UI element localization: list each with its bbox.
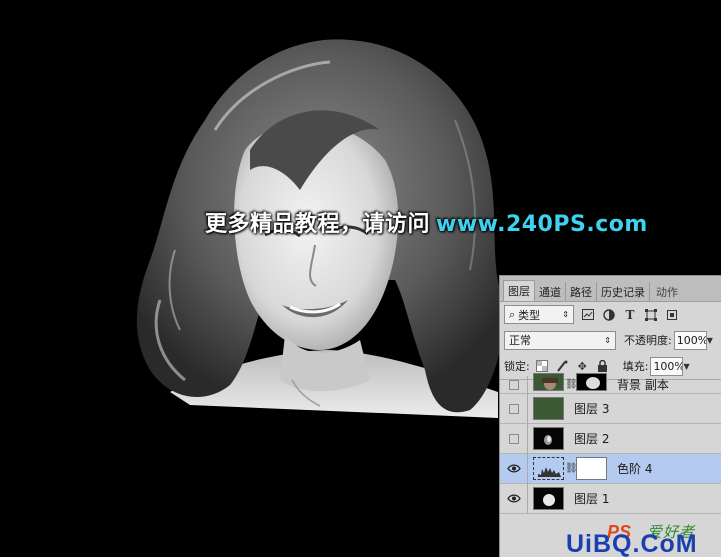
layer-row[interactable]: ⛓ 色阶 4 <box>500 453 721 484</box>
layer-row[interactable]: 图层 3 <box>500 393 721 424</box>
lock-all-icon[interactable] <box>596 360 609 373</box>
lock-label: 锁定: <box>504 360 530 373</box>
layer-thumbnail <box>533 487 564 510</box>
layer-mask-thumbnail <box>576 372 607 391</box>
layer-name: 图层 2 <box>574 432 610 446</box>
layer-row[interactable]: 图层 1 <box>500 483 721 514</box>
eye-icon <box>506 464 521 473</box>
lock-transparent-pixels-icon[interactable] <box>536 360 549 373</box>
hidden-eye-box-icon <box>508 433 519 444</box>
watermark-chinese: 更多精品教程，请访问 <box>205 212 431 237</box>
tab-layers[interactable]: 图层 <box>503 280 535 301</box>
layer-name: 背景 副本 <box>617 378 669 392</box>
layer-thumbnail <box>533 397 564 420</box>
updown-arrows-icon: ⇕ <box>562 310 569 319</box>
hidden-eye-box-icon <box>508 379 519 390</box>
layer-name: 图层 3 <box>574 402 610 416</box>
layer-name: 图层 1 <box>574 492 610 506</box>
opacity-input[interactable]: 100% <box>673 330 707 350</box>
layers-panel: 图层 通道 路径 历史记录 动作 ⌕ 类型 ⇕ T 正常 ⇕ 不透明度: 100… <box>499 275 721 557</box>
visibility-toggle[interactable] <box>500 423 528 454</box>
lock-position-icon[interactable]: ✥ <box>576 360 589 373</box>
site-watermark-text: 更多精品教程，请访问 www.240PS.com <box>205 206 648 238</box>
tab-actions[interactable]: 动作 <box>650 282 682 301</box>
fill-label: 填充: <box>622 360 649 373</box>
panel-tab-bar: 图层 通道 路径 历史记录 动作 <box>500 276 721 302</box>
visibility-toggle[interactable] <box>500 375 528 394</box>
adjustment-filter-icon[interactable] <box>602 308 616 322</box>
search-icon: ⌕ <box>509 307 516 321</box>
hidden-eye-box-icon <box>508 403 519 414</box>
type-filter-icon[interactable]: T <box>623 308 637 322</box>
smart-object-filter-icon[interactable] <box>665 308 679 322</box>
layer-mask-thumbnail <box>576 457 607 480</box>
shape-filter-icon[interactable] <box>644 308 658 322</box>
opacity-label: 不透明度: <box>624 334 672 347</box>
tab-paths[interactable]: 路径 <box>566 282 597 301</box>
mask-link-icon[interactable]: ⛓ <box>565 463 578 474</box>
visibility-toggle[interactable] <box>500 483 528 514</box>
image-filter-icon[interactable] <box>581 308 595 322</box>
fill-dropdown-icon[interactable]: ▼ <box>683 357 691 376</box>
tab-channels[interactable]: 通道 <box>535 282 566 301</box>
mask-link-icon[interactable]: ⛓ <box>565 379 578 390</box>
levels-adjustment-icon <box>533 457 564 480</box>
blend-mode-value: 正常 <box>509 334 531 347</box>
layer-name: 色阶 4 <box>617 462 653 476</box>
layer-row[interactable]: 图层 2 <box>500 423 721 454</box>
layer-filter-row: ⌕ 类型 ⇕ T <box>500 302 721 327</box>
layer-thumbnail <box>533 372 564 391</box>
fill-input[interactable]: 100% <box>650 356 684 376</box>
blend-mode-row: 正常 ⇕ 不透明度: 100% ▼ <box>500 327 721 353</box>
watermark-url: www.240PS.com <box>436 212 648 237</box>
filter-kind-label: 类型 <box>518 308 541 322</box>
visibility-toggle[interactable] <box>500 453 528 484</box>
layer-row[interactable]: ⛓ 背景 副本 <box>500 372 721 394</box>
layer-list: ⛓ 背景 副本 图层 3 图层 2 ⛓ 色阶 4 图层 1 <box>500 372 721 514</box>
opacity-dropdown-icon[interactable]: ▼ <box>707 331 715 350</box>
tab-history[interactable]: 历史记录 <box>597 282 650 301</box>
updown-arrows-icon: ⇕ <box>604 335 611 345</box>
layer-thumbnail <box>533 427 564 450</box>
lock-image-pixels-icon[interactable] <box>556 360 569 373</box>
eye-icon <box>506 494 521 503</box>
blend-mode-select[interactable]: 正常 ⇕ <box>504 330 616 350</box>
filter-kind-select[interactable]: ⌕ 类型 ⇕ <box>504 305 574 324</box>
visibility-toggle[interactable] <box>500 393 528 424</box>
